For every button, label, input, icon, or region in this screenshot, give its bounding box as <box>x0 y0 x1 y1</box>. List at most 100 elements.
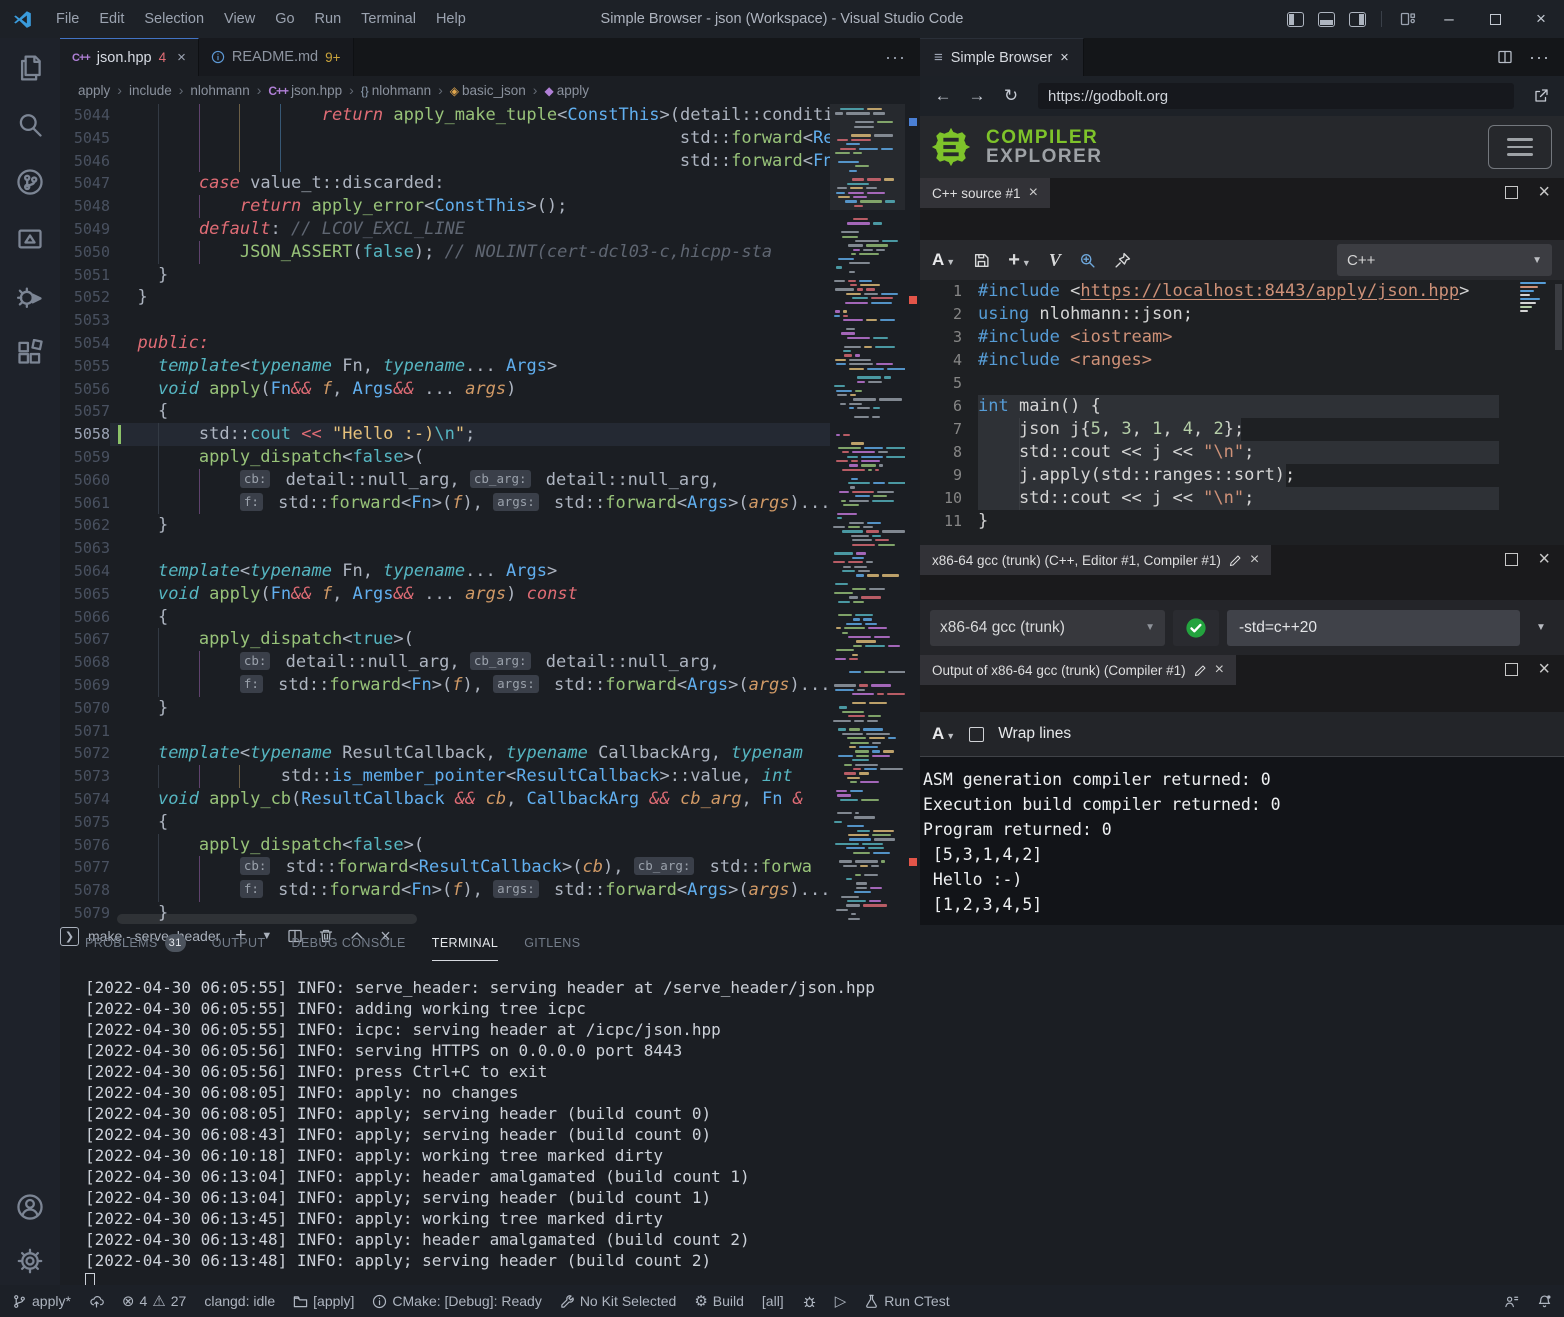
save-icon[interactable] <box>973 252 990 269</box>
menu-view[interactable]: View <box>214 11 265 27</box>
panel-tab-problems[interactable]: PROBLEMS31 <box>85 925 186 961</box>
toggle-secondary-sidebar-icon[interactable] <box>1349 12 1366 27</box>
breadcrumb-item[interactable]: apply <box>78 83 110 98</box>
menu-terminal[interactable]: Terminal <box>351 11 426 27</box>
tab-json-hpp[interactable]: C++ json.hpp 4 × <box>60 38 199 76</box>
breadcrumb-item[interactable]: {}nlohmann <box>361 83 431 98</box>
panel-tab-gitlens[interactable]: GITLENS <box>524 925 580 961</box>
settings-gear-icon[interactable] <box>16 1247 44 1275</box>
source-control-icon[interactable] <box>16 168 44 196</box>
editor-more-actions-icon[interactable]: ··· <box>885 38 920 76</box>
code-editor[interactable]: 5044 return apply_make_tuple<ConstThis>(… <box>60 104 920 925</box>
breadcrumb-item[interactable]: ◆apply <box>544 83 589 98</box>
maximize-button[interactable] <box>1472 0 1518 38</box>
tab-simple-browser[interactable]: ≡ Simple Browser × <box>920 38 1084 76</box>
search-icon[interactable] <box>16 111 44 139</box>
code-line: 5065 void apply(Fn&& f, Args&& ... args)… <box>60 583 830 606</box>
panel-tab-output[interactable]: OUTPUT <box>212 925 266 961</box>
compiler-panel-title: x86-64 gcc (trunk) (C++, Editor #1, Comp… <box>932 553 1221 568</box>
breadcrumb-item[interactable]: include <box>129 83 172 98</box>
status-feedback[interactable] <box>1504 1294 1519 1309</box>
terminal[interactable]: [2022-04-30 06:05:55] INFO: serve_header… <box>85 977 1554 1285</box>
status-notifications[interactable] <box>1537 1294 1552 1309</box>
url-input[interactable]: https://godbolt.org <box>1038 83 1514 109</box>
status-publish-changes[interactable] <box>89 1294 104 1309</box>
status-build-target[interactable]: [all] <box>762 1293 784 1309</box>
status-cmake-status[interactable]: CMake: [Debug]: Ready <box>372 1293 541 1309</box>
close-pane-icon[interactable]: × <box>1538 553 1550 566</box>
rename-pencil-icon[interactable] <box>1194 664 1207 677</box>
wrap-lines-checkbox[interactable] <box>969 727 984 742</box>
close-window-button[interactable]: × <box>1518 0 1564 38</box>
maximize-pane-icon[interactable] <box>1505 186 1518 199</box>
reload-icon[interactable]: ↻ <box>996 86 1026 106</box>
extensions-icon[interactable] <box>16 339 44 367</box>
panel-tab-terminal[interactable]: TERMINAL <box>432 925 498 961</box>
language-select[interactable]: C++ ▼ <box>1337 244 1552 276</box>
cmake-panel-icon[interactable] <box>16 225 44 253</box>
status-clangd-status[interactable]: clangd: idle <box>204 1293 275 1309</box>
horizontal-scrollbar[interactable] <box>117 914 417 924</box>
minimap-slider[interactable] <box>830 104 905 210</box>
close-tab-icon[interactable]: × <box>1060 50 1068 66</box>
browser-more-actions-icon[interactable]: ··· <box>1529 47 1550 68</box>
compiler-select[interactable]: x86-64 gcc (trunk) ▼ <box>930 610 1165 646</box>
font-size-button[interactable]: A▼ <box>932 250 955 270</box>
open-external-icon[interactable] <box>1526 88 1556 104</box>
split-editor-icon[interactable] <box>1497 49 1513 65</box>
maximize-pane-icon[interactable] <box>1505 553 1518 566</box>
back-icon[interactable]: ← <box>928 86 958 106</box>
minimap[interactable] <box>830 104 905 925</box>
status-git-branch[interactable]: apply* <box>12 1293 71 1309</box>
status-active-folder[interactable]: [apply] <box>293 1293 354 1309</box>
close-icon[interactable]: × <box>1029 184 1038 202</box>
hamburger-menu-icon[interactable] <box>1488 125 1552 169</box>
close-icon[interactable]: × <box>1215 661 1224 679</box>
source-scrollbar[interactable] <box>1555 284 1562 350</box>
status-run-ctest[interactable]: Run CTest <box>864 1293 949 1309</box>
vim-toggle-button[interactable]: V <box>1049 250 1061 271</box>
status-cmake-kit[interactable]: No Kit Selected <box>560 1293 677 1309</box>
panel-tab-debug-console[interactable]: DEBUG CONSOLE <box>292 925 406 961</box>
source-code-editor[interactable]: 1#include <https://localhost:8443/apply/… <box>920 280 1564 545</box>
breadcrumb[interactable]: apply›include›nlohmann›C++json.hpp›{}nlo… <box>60 76 920 104</box>
customize-layout-icon[interactable] <box>1400 11 1416 27</box>
status-launch-target[interactable]: ▷ <box>835 1292 847 1310</box>
tab-readme-md[interactable]: README.md 9+ <box>199 38 354 76</box>
menu-go[interactable]: Go <box>265 11 304 27</box>
maximize-pane-icon[interactable] <box>1505 663 1518 676</box>
close-tab-icon[interactable]: × <box>177 49 186 66</box>
output-panel-tab[interactable]: Output of x86-64 gcc (trunk) (Compiler #… <box>920 655 1236 685</box>
close-pane-icon[interactable]: × <box>1538 663 1550 676</box>
menu-run[interactable]: Run <box>305 11 352 27</box>
compiler-args-input[interactable]: -std=c++20 <box>1227 610 1520 646</box>
minimize-button[interactable]: – <box>1426 0 1472 38</box>
explorer-icon[interactable] <box>16 54 44 82</box>
rename-pencil-icon[interactable] <box>1229 554 1242 567</box>
status-problems[interactable]: ⊗4⚠27 <box>122 1292 186 1310</box>
source-panel-tab[interactable]: C++ source #1 × <box>920 178 1050 208</box>
args-dropdown-icon[interactable]: ▼ <box>1528 610 1554 646</box>
close-icon[interactable]: × <box>1250 551 1259 569</box>
toggle-sidebar-icon[interactable] <box>1287 12 1304 27</box>
menu-file[interactable]: File <box>46 11 89 27</box>
toggle-panel-icon[interactable] <box>1318 12 1335 27</box>
status-cmake-build[interactable]: ⚙Build <box>694 1292 744 1310</box>
status-debug-target[interactable] <box>802 1294 817 1309</box>
forward-icon[interactable]: → <box>962 86 992 106</box>
breadcrumb-item[interactable]: ◈basic_json <box>450 83 526 98</box>
menu-help[interactable]: Help <box>426 11 476 27</box>
pin-icon[interactable] <box>1114 252 1131 269</box>
compiler-panel-tab[interactable]: x86-64 gcc (trunk) (C++, Editor #1, Comp… <box>920 545 1271 575</box>
menu-selection[interactable]: Selection <box>134 11 214 27</box>
close-pane-icon[interactable]: × <box>1538 186 1550 199</box>
account-icon[interactable] <box>16 1193 44 1221</box>
zoom-search-icon[interactable] <box>1079 252 1096 269</box>
breadcrumb-item[interactable]: C++json.hpp <box>268 83 342 98</box>
run-debug-icon[interactable] <box>16 282 44 310</box>
menu-edit[interactable]: Edit <box>89 11 134 27</box>
breadcrumb-item[interactable]: nlohmann <box>190 83 249 98</box>
menu-bar: FileEditSelectionViewGoRunTerminalHelp <box>46 11 476 27</box>
output-font-size-button[interactable]: A▼ <box>932 724 955 744</box>
add-pane-button[interactable]: +▼ <box>1008 249 1031 272</box>
